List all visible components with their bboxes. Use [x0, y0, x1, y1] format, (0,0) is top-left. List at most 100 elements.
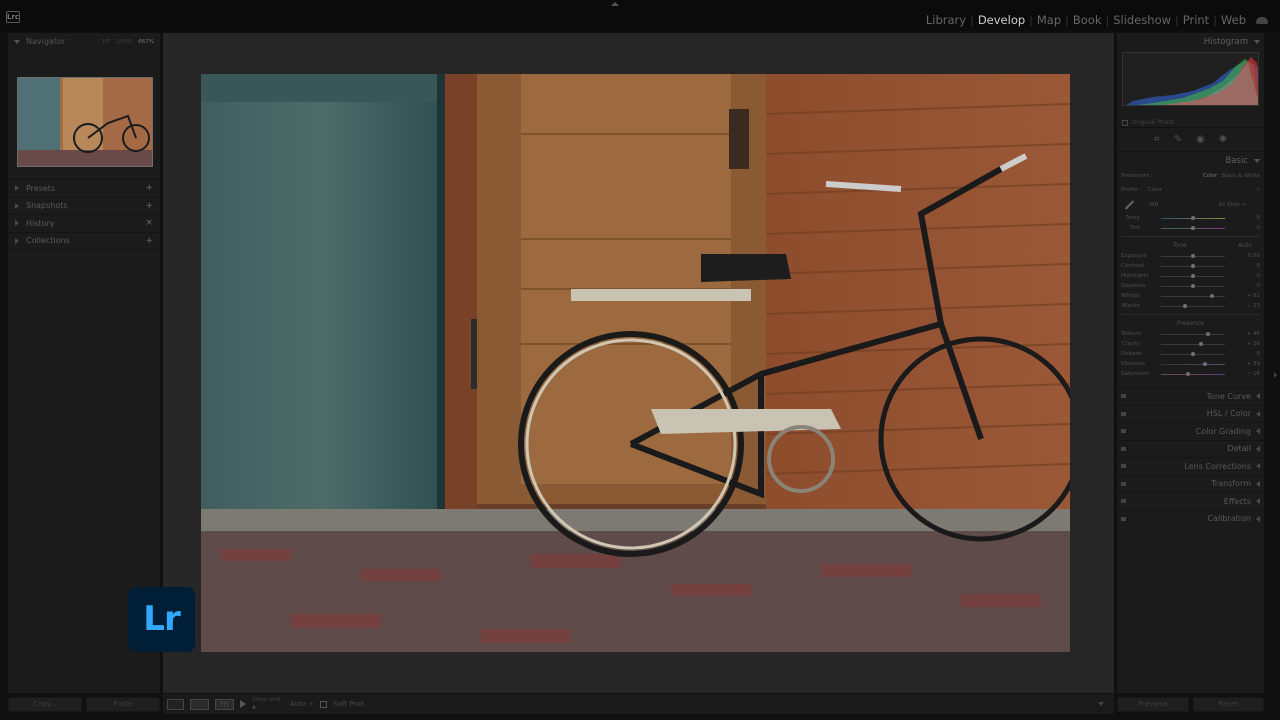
add-snapshot-icon[interactable]: +	[145, 201, 153, 211]
panel-effects[interactable]: Effects	[1117, 492, 1264, 510]
slider-value[interactable]: 0	[1242, 283, 1261, 289]
panel-switch-icon[interactable]	[1121, 446, 1126, 451]
module-book[interactable]: Book	[1069, 13, 1106, 27]
grid-size-slider[interactable]: ▲	[252, 704, 284, 711]
wb-select[interactable]: As Shot ÷	[1219, 202, 1246, 208]
vibrance-slider[interactable]	[1161, 361, 1225, 366]
slider-value[interactable]: − 16	[1242, 371, 1260, 377]
panel-transform[interactable]: Transform	[1117, 474, 1264, 493]
slider-knob[interactable]	[1191, 253, 1195, 258]
panel-switch-icon[interactable]	[1121, 411, 1126, 416]
soft-proof-checkbox[interactable]	[320, 700, 328, 708]
previous-button[interactable]: Previous	[1117, 697, 1189, 712]
heal-icon[interactable]: ✎	[1174, 134, 1182, 145]
slider-knob[interactable]	[1203, 361, 1208, 366]
slider-knob[interactable]	[1191, 215, 1195, 220]
contrast-slider[interactable]	[1161, 263, 1225, 268]
cloud-icon[interactable]	[1256, 16, 1268, 24]
eyedropper-icon[interactable]	[1123, 199, 1135, 211]
slider-knob[interactable]	[1191, 225, 1195, 230]
module-web[interactable]: Web	[1217, 13, 1250, 27]
clear-history-icon[interactable]: ×	[145, 218, 153, 228]
crop-icon[interactable]: ⌗	[1154, 134, 1160, 145]
panel-switch-icon[interactable]	[1121, 481, 1126, 486]
slider-value[interactable]: 0	[1242, 263, 1261, 269]
slider-value[interactable]: 0	[1242, 351, 1261, 357]
shadows-slider[interactable]	[1161, 283, 1225, 288]
redeye-icon[interactable]: ◉	[1196, 134, 1205, 145]
panel-tone-curve[interactable]: Tone Curve	[1117, 387, 1264, 405]
panel-detail[interactable]: Detail	[1117, 439, 1264, 458]
exposure-slider[interactable]	[1161, 253, 1225, 258]
slider-knob[interactable]	[1183, 303, 1188, 308]
zoom-667[interactable]: 667%	[138, 39, 154, 45]
highlights-slider[interactable]	[1161, 273, 1225, 278]
navigator-header[interactable]: Navigator FIT 100% 667%	[8, 33, 160, 50]
collections-section[interactable]: Collections +	[8, 233, 160, 250]
show-grid-control[interactable]: Show Grid : ▲	[252, 697, 284, 711]
history-section[interactable]: History ×	[8, 215, 160, 233]
right-panel-toggle-icon[interactable]	[1274, 372, 1277, 378]
panel-switch-icon[interactable]	[1121, 499, 1126, 504]
tint-slider[interactable]	[1161, 225, 1225, 230]
module-develop[interactable]: Develop	[974, 13, 1029, 27]
mask-icon[interactable]: ✺	[1219, 134, 1227, 145]
saturation-slider[interactable]	[1161, 371, 1225, 376]
whites-slider[interactable]	[1161, 293, 1225, 298]
add-collection-icon[interactable]: +	[145, 236, 153, 246]
top-panel-toggle-icon[interactable]	[611, 2, 619, 6]
slider-value[interactable]: + 46	[1242, 331, 1260, 337]
slider-knob[interactable]	[1210, 293, 1215, 298]
temp-slider[interactable]	[1161, 215, 1225, 220]
presets-section[interactable]: Presets +	[8, 180, 160, 198]
module-print[interactable]: Print	[1179, 13, 1213, 27]
panel-switch-icon[interactable]	[1121, 429, 1126, 434]
slider-value[interactable]: 0.00	[1242, 253, 1260, 259]
slider-value[interactable]: − 23	[1242, 303, 1260, 309]
basic-header[interactable]: Basic	[1117, 152, 1264, 169]
profile-browser-icon[interactable]: ⁞⁞	[1257, 187, 1261, 193]
slider-value[interactable]: + 39	[1242, 361, 1260, 367]
clarity-slider[interactable]	[1161, 341, 1225, 346]
main-photo[interactable]	[201, 74, 1070, 652]
panel-calibration[interactable]: Calibration	[1117, 509, 1264, 528]
zoom-100[interactable]: 100%	[117, 39, 133, 45]
before-after-split-button[interactable]: Y|Y	[215, 698, 234, 710]
slider-value[interactable]: + 61	[1242, 293, 1260, 299]
treatment-color[interactable]: Color	[1203, 173, 1217, 179]
paste-button[interactable]: Paste	[86, 697, 160, 712]
panel-switch-icon[interactable]	[1121, 394, 1126, 399]
slider-knob[interactable]	[1191, 351, 1195, 356]
panel-color-grading[interactable]: Color Grading	[1117, 422, 1264, 440]
histogram-header[interactable]: Histogram	[1117, 33, 1264, 50]
panel-hsl-color[interactable]: HSL / Color	[1117, 404, 1264, 423]
slider-knob[interactable]	[1191, 273, 1195, 278]
slider-value[interactable]: 0	[1242, 273, 1261, 279]
texture-slider[interactable]	[1161, 331, 1225, 336]
module-slideshow[interactable]: Slideshow	[1109, 13, 1175, 27]
panel-switch-icon[interactable]	[1121, 516, 1126, 521]
module-map[interactable]: Map	[1033, 13, 1065, 27]
auto-tone-button[interactable]: Auto	[1238, 240, 1252, 251]
before-after-button[interactable]	[190, 698, 209, 710]
slider-value[interactable]: + 26	[1242, 341, 1260, 347]
blacks-slider[interactable]	[1161, 303, 1225, 308]
original-photo-checkbox[interactable]	[1122, 119, 1128, 126]
loupe-view-button[interactable]	[167, 698, 184, 710]
treatment-bw[interactable]: Black & White	[1221, 173, 1260, 179]
toolbar-menu-icon[interactable]	[1098, 702, 1104, 706]
slider-knob[interactable]	[1191, 283, 1195, 288]
slider-knob[interactable]	[1185, 371, 1190, 376]
slider-knob[interactable]	[1199, 341, 1204, 346]
slider-knob[interactable]	[1205, 331, 1210, 336]
profile-select[interactable]: Color	[1148, 187, 1162, 193]
panel-lens-corrections[interactable]: Lens Corrections	[1117, 457, 1264, 475]
panel-switch-icon[interactable]	[1121, 464, 1126, 469]
slider-value[interactable]: 0	[1242, 225, 1261, 231]
copy-button[interactable]: Copy...	[8, 697, 82, 712]
original-photo-toggle[interactable]: Original Photo	[1122, 119, 1175, 126]
play-icon[interactable]	[240, 700, 246, 708]
histogram-graph[interactable]	[1122, 52, 1259, 106]
reset-button[interactable]: Reset	[1192, 697, 1264, 712]
module-library[interactable]: Library	[922, 13, 970, 27]
